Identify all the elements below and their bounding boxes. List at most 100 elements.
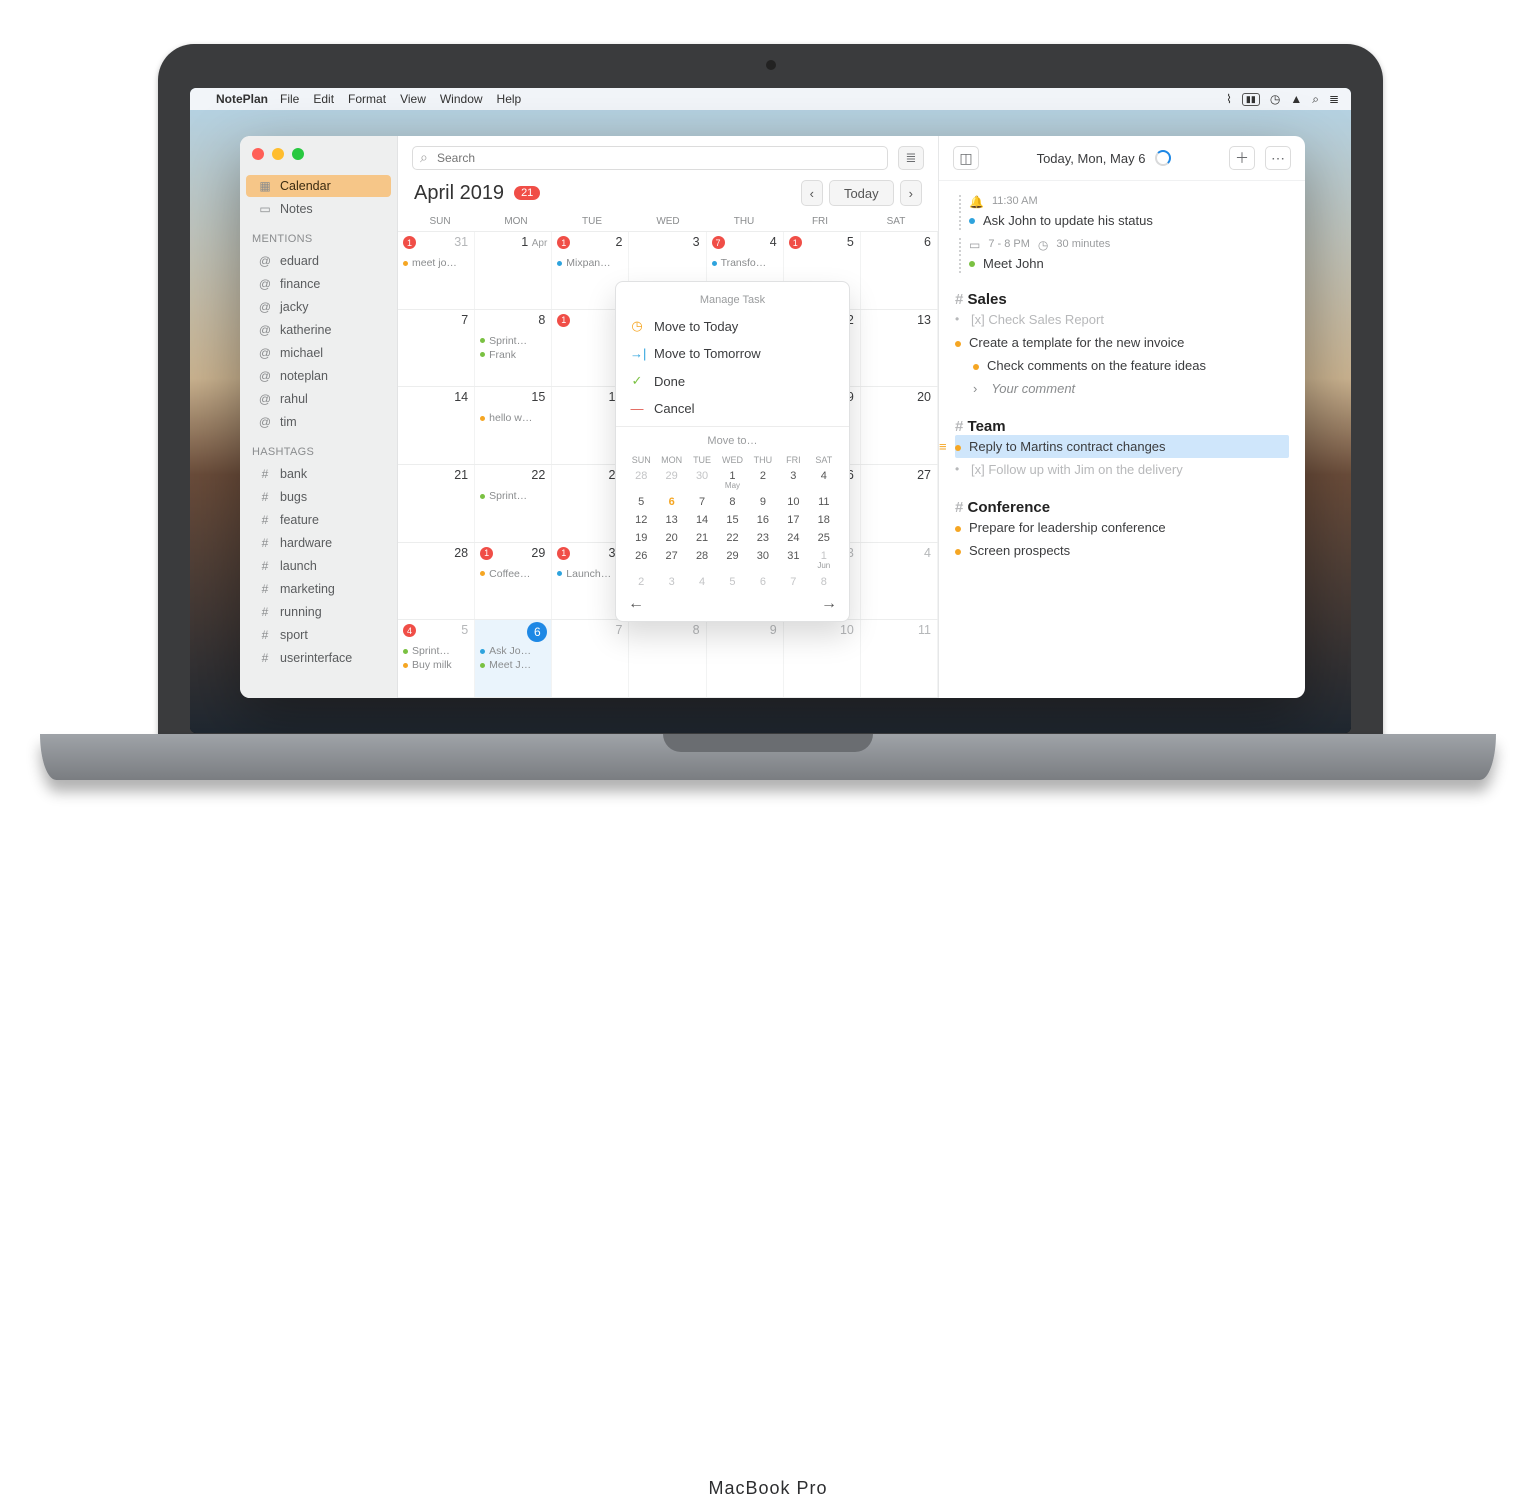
event-task[interactable]: Meet John (959, 254, 1289, 273)
sidebar-hashtag-userinterface[interactable]: #userinterface (246, 647, 391, 669)
mini-day[interactable]: 27 (656, 547, 686, 573)
calendar-day[interactable]: 10 (784, 620, 861, 697)
mini-day[interactable]: 13 (656, 511, 686, 529)
calendar-day[interactable]: 6 (861, 232, 938, 309)
mini-day[interactable]: 2 (626, 573, 656, 591)
popover-next-month-icon[interactable]: → (821, 595, 837, 613)
mini-day[interactable]: 30 (687, 467, 717, 493)
calendar-day[interactable]: 21 (398, 465, 475, 542)
menu-edit[interactable]: Edit (313, 92, 334, 106)
mini-day[interactable]: 30 (748, 547, 778, 573)
popover-item[interactable]: —Cancel (616, 395, 849, 422)
calendar-day[interactable]: 45Sprint…Buy milk (398, 620, 475, 697)
sidebar-mention-katherine[interactable]: @katherine (246, 319, 391, 341)
calendar-day[interactable]: 20 (861, 387, 938, 464)
user-icon[interactable]: ▲ (1290, 92, 1302, 106)
mini-day[interactable]: 31 (778, 547, 808, 573)
wifi-icon[interactable]: ⌇ (1226, 92, 1232, 106)
task-item[interactable]: Create a template for the new invoice (955, 331, 1289, 354)
menu-view[interactable]: View (400, 92, 426, 106)
minimize-window-icon[interactable] (272, 148, 284, 160)
split-view-icon[interactable]: ◫ (953, 146, 979, 170)
mini-day[interactable]: 6 (748, 573, 778, 591)
menubar-app-name[interactable]: NotePlan (216, 92, 268, 106)
add-button[interactable]: ＋ (1229, 146, 1255, 170)
task-done[interactable]: •[x] Follow up with Jim on the delivery (955, 458, 1289, 481)
mini-day[interactable]: 1Jun (809, 547, 839, 573)
search-input[interactable] (412, 146, 888, 170)
prev-month-button[interactable]: ‹ (801, 180, 823, 206)
mini-day[interactable]: 4 (687, 573, 717, 591)
mini-day[interactable]: 7 (687, 493, 717, 511)
mini-day[interactable]: 5 (717, 573, 747, 591)
calendar-day[interactable]: 4 (861, 543, 938, 620)
reminder-task[interactable]: Ask John to update his status (959, 211, 1289, 230)
mini-day[interactable]: 29 (656, 467, 686, 493)
sidebar-hashtag-launch[interactable]: #launch (246, 555, 391, 577)
mini-day[interactable]: 11 (809, 493, 839, 511)
calendar-day[interactable]: 14 (398, 387, 475, 464)
task-item[interactable]: Screen prospects (955, 539, 1289, 562)
calendar-day[interactable]: 1 Apr (475, 232, 552, 309)
subtask-item[interactable]: Check comments on the feature ideas (955, 354, 1289, 377)
mini-day[interactable]: 20 (656, 529, 686, 547)
today-button[interactable]: Today (829, 180, 894, 206)
mini-day[interactable]: 28 (626, 467, 656, 493)
sidebar-item-calendar[interactable]: ▦ Calendar (246, 175, 391, 197)
battery-icon[interactable]: ▮▮ (1242, 93, 1260, 106)
mini-day[interactable]: 17 (778, 511, 808, 529)
mini-day[interactable]: 10 (778, 493, 808, 511)
search-field[interactable] (412, 146, 888, 170)
sidebar-hashtag-bugs[interactable]: #bugs (246, 486, 391, 508)
mini-day[interactable]: 4 (809, 467, 839, 493)
calendar-day[interactable]: 7 (398, 310, 475, 387)
list-icon[interactable]: ≣ (1329, 92, 1339, 106)
mini-day[interactable]: 2 (748, 467, 778, 493)
sidebar-hashtag-hardware[interactable]: #hardware (246, 532, 391, 554)
mini-day[interactable]: 24 (778, 529, 808, 547)
task-item[interactable]: Prepare for leadership conference (955, 516, 1289, 539)
mini-day[interactable]: 18 (809, 511, 839, 529)
menu-file[interactable]: File (280, 92, 299, 106)
sidebar-hashtag-running[interactable]: #running (246, 601, 391, 623)
mini-day[interactable]: 16 (748, 511, 778, 529)
calendar-day[interactable]: 15hello w… (475, 387, 552, 464)
calendar-day[interactable]: 27 (861, 465, 938, 542)
mini-day[interactable]: 3 (656, 573, 686, 591)
mini-day[interactable]: 29 (717, 547, 747, 573)
mini-day[interactable]: 23 (748, 529, 778, 547)
popover-item[interactable]: →|Move to Tomorrow (616, 340, 849, 367)
sidebar-hashtag-marketing[interactable]: #marketing (246, 578, 391, 600)
sidebar-mention-jacky[interactable]: @jacky (246, 296, 391, 318)
sidebar-hashtag-feature[interactable]: #feature (246, 509, 391, 531)
list-view-toggle[interactable]: ≣ (898, 146, 924, 170)
menu-window[interactable]: Window (440, 92, 483, 106)
sidebar-mention-eduard[interactable]: @eduard (246, 250, 391, 272)
popover-item[interactable]: ◷Move to Today (616, 312, 849, 340)
mini-day[interactable]: 3 (778, 467, 808, 493)
mini-day[interactable]: 21 (687, 529, 717, 547)
window-traffic-lights[interactable] (252, 148, 304, 160)
calendar-day[interactable]: 8Sprint…Frank (475, 310, 552, 387)
sidebar-item-notes[interactable]: ▭ Notes (246, 198, 391, 220)
mini-day[interactable]: 8 (717, 493, 747, 511)
sidebar-mention-rahul[interactable]: @rahul (246, 388, 391, 410)
close-window-icon[interactable] (252, 148, 264, 160)
mini-day[interactable]: 14 (687, 511, 717, 529)
task-done[interactable]: •[x] Check Sales Report (955, 308, 1289, 331)
mini-day[interactable]: 7 (778, 573, 808, 591)
menu-help[interactable]: Help (497, 92, 522, 106)
sidebar-hashtag-bank[interactable]: #bank (246, 463, 391, 485)
mini-day[interactable]: 19 (626, 529, 656, 547)
calendar-day[interactable]: 9 (707, 620, 784, 697)
mini-day[interactable]: 22 (717, 529, 747, 547)
more-button[interactable]: ⋯ (1265, 146, 1291, 170)
calendar-day[interactable]: 11 (861, 620, 938, 697)
calendar-day[interactable]: 8 (629, 620, 706, 697)
task-item-selected[interactable]: Reply to Martins contract changes (955, 435, 1289, 458)
mini-day[interactable]: 15 (717, 511, 747, 529)
mini-day[interactable]: 6 (656, 493, 686, 511)
calendar-day[interactable]: 7 (552, 620, 629, 697)
calendar-day[interactable]: 13 (861, 310, 938, 387)
mini-day[interactable]: 1May (717, 467, 747, 493)
